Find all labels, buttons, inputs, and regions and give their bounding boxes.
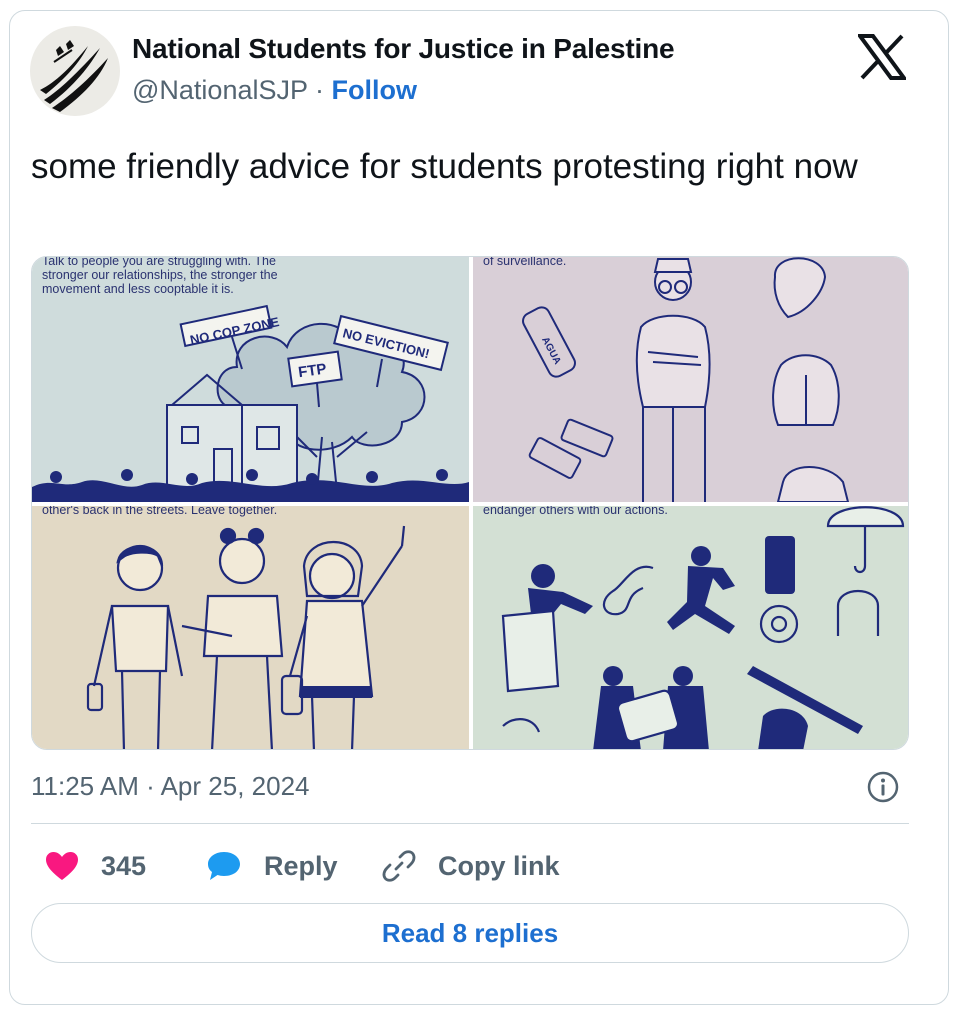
like-count: 345 <box>101 850 147 881</box>
reply-button[interactable]: Reply <box>206 848 338 884</box>
illustration-three-friends <box>86 525 406 749</box>
heart-icon <box>46 852 78 880</box>
read-replies-label: Read 8 replies <box>381 917 559 948</box>
media-panel-3[interactable]: other's back in the streets. Leave toget… <box>32 506 469 749</box>
author-name[interactable]: National Students for Justice in Palesti… <box>132 33 675 65</box>
link-icon <box>382 850 416 882</box>
panel-2-caption: of surveillance. <box>483 257 567 268</box>
reply-bubble-icon <box>208 852 240 880</box>
tweet-text: some friendly advice for students protes… <box>31 147 858 186</box>
handle-separator: · <box>315 75 325 105</box>
divider <box>31 823 909 824</box>
copy-link-label: Copy link <box>438 850 560 881</box>
panel-4-caption: endanger others with our actions. <box>483 506 668 517</box>
copy-link-button[interactable]: Copy link <box>382 848 560 884</box>
read-replies-button[interactable]: Read 8 replies <box>31 903 909 963</box>
tweet-timestamp[interactable]: 11:25 AM · Apr 25, 2024 <box>31 771 309 802</box>
avatar-logo-icon <box>40 40 108 112</box>
follow-button[interactable]: Follow <box>332 75 417 105</box>
media-panel-1[interactable]: NO COP ZONE FTP NO EVICTION! Talk to peo… <box>32 257 469 502</box>
tweet-media-grid[interactable]: NO COP ZONE FTP NO EVICTION! Talk to peo… <box>31 256 909 750</box>
illustration-surveillance-gear: AGUA <box>522 257 850 502</box>
panel-3-caption: other's back in the streets. Leave toget… <box>42 506 278 517</box>
panel-1-caption: Talk to people you are struggling with. … <box>42 257 278 296</box>
media-panel-4[interactable]: endanger others with our actions. <box>473 506 908 749</box>
x-logo-icon[interactable] <box>858 34 906 80</box>
media-grid-divider-horizontal <box>32 502 908 506</box>
reply-label: Reply <box>264 850 338 881</box>
info-icon[interactable] <box>866 770 900 804</box>
media-panel-2[interactable]: AGUA of surveillance. <box>473 257 908 502</box>
illustration-protest-hazards <box>501 506 905 749</box>
author-handle-row: @NationalSJP · Follow <box>132 75 417 106</box>
like-button[interactable]: 345 <box>45 848 146 884</box>
avatar[interactable] <box>30 26 120 116</box>
author-handle[interactable]: @NationalSJP <box>132 75 308 105</box>
